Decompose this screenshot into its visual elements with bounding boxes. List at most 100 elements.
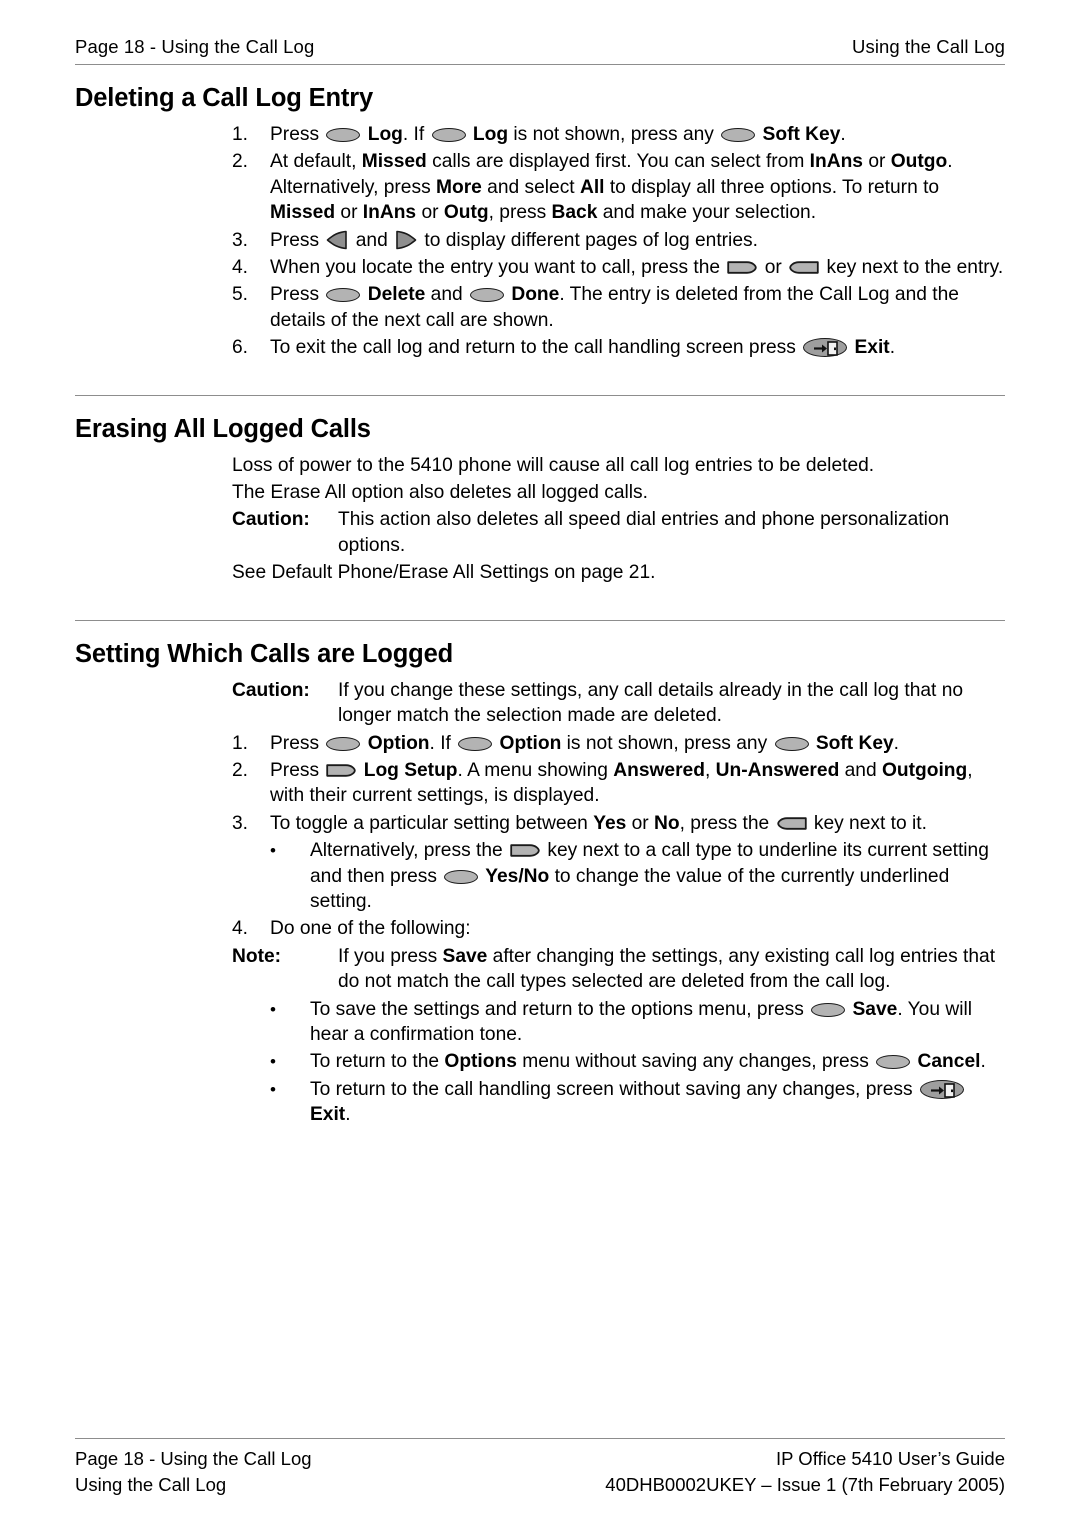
- exit-key-icon: [803, 338, 848, 358]
- emphasis-text: More: [436, 176, 482, 198]
- paragraph-text: See Default Phone/Erase All Settings on …: [232, 562, 656, 584]
- caution-text: If you change these settings, any call d…: [338, 679, 964, 727]
- soft-key-icon: [811, 1002, 846, 1017]
- list-item: • To return to the call handling screen w…: [75, 1077, 1005, 1128]
- list-item-text: Do one of the following:: [270, 918, 471, 940]
- soft-key-icon: [876, 1055, 911, 1070]
- list-item: 2. At default, Missed calls are displayed…: [75, 149, 1005, 225]
- list-item-text: To exit the call log and return to the c…: [270, 337, 896, 359]
- paragraph-text: The Erase All option also deletes all lo…: [232, 482, 648, 504]
- list-item: 4. Do one of the following:: [75, 916, 1005, 941]
- page-title-setting: Setting Which Calls are Logged: [75, 639, 454, 668]
- page-title-deleting: Deleting a Call Log Entry: [75, 84, 374, 112]
- list-item-number: 2.: [232, 151, 249, 173]
- line-key-right-icon: [510, 840, 540, 857]
- erasing-paragraph-1: Loss of power to the 5410 phone will cau…: [232, 453, 1005, 478]
- emphasis-text: Missed: [361, 151, 427, 173]
- paragraph-text: Loss of power to the 5410 phone will cau…: [232, 454, 875, 476]
- emphasis-text: Outg: [443, 202, 489, 224]
- footer-left-2: Using the Call Log: [75, 1474, 227, 1495]
- page-title-erasing: Erasing All Logged Calls: [75, 414, 371, 443]
- emphasis-text: Log Setup: [358, 759, 458, 781]
- list-item: 1. Press Option. If Option is not shown, …: [75, 731, 1005, 756]
- emphasis-text: Outgoing: [881, 759, 968, 781]
- emphasis-text: Save: [847, 998, 898, 1020]
- emphasis-text: Option: [494, 732, 562, 754]
- emphasis-text: Back: [551, 202, 598, 224]
- list-item-bullet: •: [270, 1052, 276, 1072]
- emphasis-text: Done: [506, 284, 560, 306]
- emphasis-text: Log: [362, 124, 403, 145]
- soft-key-icon: [470, 288, 504, 303]
- header-right: Using the Call Log: [852, 36, 1005, 57]
- emphasis-text: Soft Key: [757, 124, 841, 145]
- list-item-text: Press and to display different pages of …: [270, 229, 758, 251]
- emphasis-text: InAns: [809, 151, 863, 173]
- erasing-caution: Caution: This action also deletes all sp…: [75, 507, 1005, 558]
- soft-key-icon: [444, 869, 479, 884]
- document-page: Page 18 - Using the Call Log Using the C…: [0, 0, 1080, 1528]
- erasing-paragraph-2: The Erase All option also deletes all lo…: [232, 480, 1005, 505]
- emphasis-text: Un-Answered: [715, 759, 840, 781]
- list-item-text: To save the settings and return to the o…: [310, 998, 972, 1045]
- soft-key-icon: [326, 128, 361, 142]
- list-item-number: 2.: [232, 759, 249, 781]
- list-item-text: To toggle a particular setting between Y…: [270, 812, 927, 834]
- header-left: Page 18 - Using the Call Log: [75, 36, 315, 57]
- list-item-text: When you locate the entry you want to ca…: [270, 257, 1004, 279]
- list-item-number: 5.: [232, 284, 249, 306]
- list-item-number: 6.: [232, 337, 249, 359]
- emphasis-text: Options: [444, 1051, 517, 1073]
- list-item: 2. Press Log Setup. A menu showing Answer…: [75, 758, 1005, 809]
- emphasis-text: Soft Key: [810, 732, 894, 754]
- list-item: 4. When you locate the entry you want to …: [75, 255, 1005, 280]
- line-key-right-icon: [326, 760, 357, 777]
- setting-bullets-list: Note: If you press Save after changing th…: [75, 944, 1005, 1128]
- list-item-number: 4.: [232, 257, 249, 279]
- list-item: • To save the settings and return to the …: [75, 997, 1005, 1048]
- running-header: Page 18 - Using the Call Log Using the C…: [75, 0, 1005, 58]
- list-item-text: Press Log. If Log is not shown, press an…: [270, 124, 846, 145]
- erasing-paragraph-3: See Default Phone/Erase All Settings on …: [232, 560, 1005, 585]
- emphasis-text: All: [579, 176, 605, 198]
- soft-key-icon: [458, 736, 493, 751]
- list-item-number: 4.: [232, 918, 249, 940]
- list-item-number: 1.: [232, 124, 249, 145]
- line-key-left-icon: [789, 257, 819, 274]
- emphasis-text: Delete: [362, 284, 426, 306]
- soft-key-icon: [326, 736, 361, 751]
- soft-key-icon: [774, 736, 809, 751]
- line-key-left-icon: [776, 813, 807, 830]
- footer-line-2: Using the Call Log 40DHB0002UKEY – Issue…: [75, 1472, 1005, 1498]
- footer-right-2: 40DHB0002UKEY – Issue 1 (7th February 20…: [605, 1474, 1005, 1495]
- list-item-text: If you press Save after changing the set…: [338, 945, 996, 993]
- emphasis-text: Cancel: [917, 1051, 981, 1073]
- list-item-bullet: •: [270, 841, 276, 861]
- list-item: 3. Press and to display different pages o…: [75, 228, 1005, 253]
- emphasis-text: Exit: [849, 337, 890, 359]
- caution-text: This action also deletes all speed dial …: [338, 509, 950, 556]
- list-item-number: 3.: [232, 229, 249, 251]
- list-item-text: Press Delete and Done. The entry is dele…: [270, 284, 959, 331]
- section-divider-erasing: [75, 394, 1005, 396]
- deleting-steps-list: 1. Press Log. If Log is not shown, press …: [75, 122, 1005, 361]
- footer-line-1: Page 18 - Using the Call Log IP Office 5…: [75, 1446, 1005, 1472]
- setting-note: Note: If you press Save after changing th…: [75, 944, 1005, 995]
- emphasis-text: Yes: [593, 812, 627, 834]
- emphasis-text: Yes/No: [480, 865, 550, 887]
- footer-right-1: IP Office 5410 User’s Guide: [776, 1448, 1005, 1469]
- setting-caution: Caution: If you change these settings, a…: [75, 678, 1005, 729]
- list-item-text: At default, Missed calls are displayed f…: [270, 151, 953, 224]
- emphasis-text: Option: [362, 732, 430, 754]
- list-item-bullet: •: [270, 1079, 276, 1099]
- list-item-text: To return to the call handling screen wi…: [310, 1077, 1005, 1128]
- emphasis-text: Outgo: [890, 151, 948, 173]
- list-item: 1. Press Log. If Log is not shown, press …: [75, 122, 1005, 147]
- list-item-text: Alternatively, press the key next to a c…: [310, 840, 989, 912]
- emphasis-text: InAns: [362, 202, 417, 224]
- header-rule: [75, 64, 1005, 65]
- footer-left-1: Page 18 - Using the Call Log: [75, 1448, 312, 1469]
- emphasis-text: No: [654, 812, 680, 834]
- emphasis-text: Log: [467, 124, 509, 145]
- list-item-text: To return to the Options menu without sa…: [310, 1051, 986, 1073]
